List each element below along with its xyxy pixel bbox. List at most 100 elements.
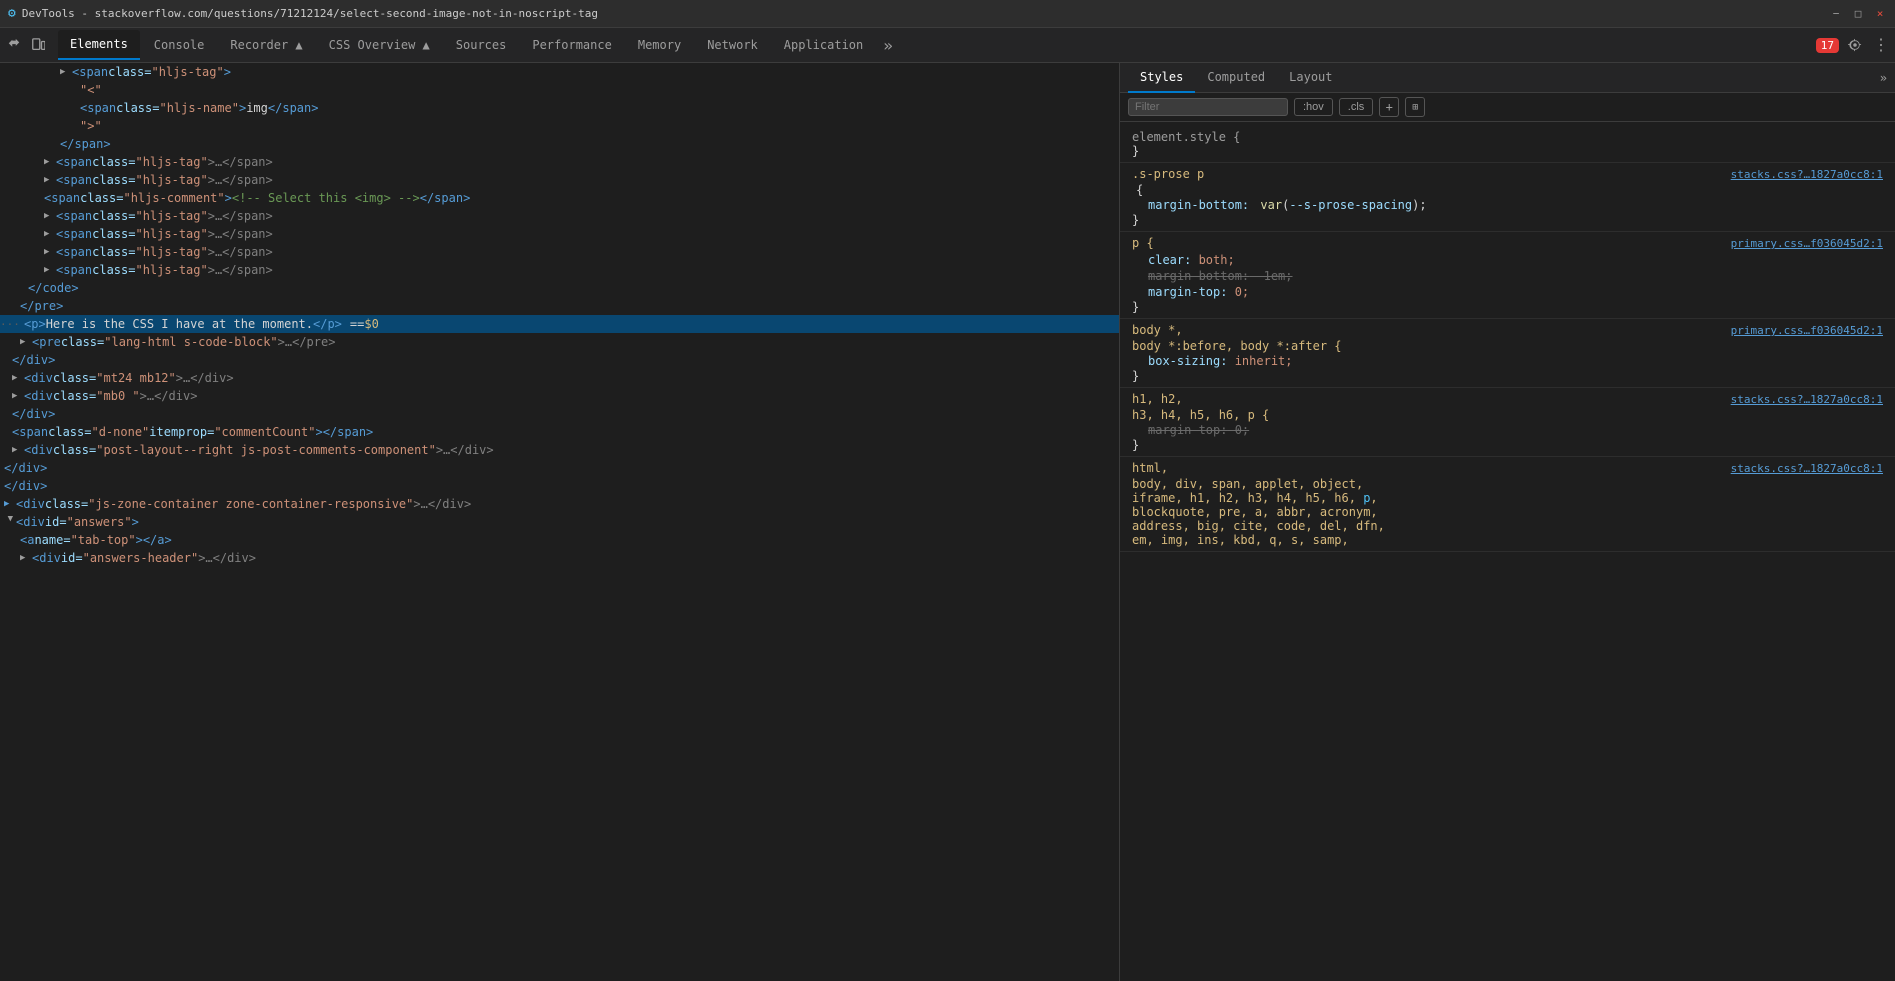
expand-triangle[interactable]: ▶: [44, 211, 56, 221]
dom-line[interactable]: </code>: [0, 279, 1119, 297]
expand-triangle[interactable]: ▶: [12, 373, 24, 383]
styles-panel: Styles Computed Layout » :hov .cls + ⊞ e…: [1120, 63, 1895, 981]
dom-line[interactable]: ▶ <span class= "hljs-tag" >: [0, 63, 1119, 81]
expand-triangle[interactable]: ▶: [44, 265, 56, 275]
error-badge[interactable]: 17: [1816, 38, 1839, 53]
tab-overflow-button[interactable]: »: [877, 36, 899, 55]
tab-styles[interactable]: Styles: [1128, 63, 1195, 93]
dom-line[interactable]: </div>: [0, 477, 1119, 495]
tab-layout[interactable]: Layout: [1277, 63, 1344, 93]
style-rule-body-star: body *, primary.css…f036045d2:1 body *:b…: [1120, 319, 1895, 388]
device-icon[interactable]: [28, 35, 48, 55]
main-tab-bar: Elements Console Recorder ▲ CSS Overview…: [0, 28, 1895, 63]
devtools-icon: ⚙: [8, 6, 16, 21]
tab-computed[interactable]: Computed: [1195, 63, 1277, 93]
dom-line[interactable]: ▶ <span class= "hljs-tag" >…</span>: [0, 171, 1119, 189]
dom-panel[interactable]: ▶ <span class= "hljs-tag" > "<" <span cl…: [0, 63, 1120, 981]
h1-source[interactable]: stacks.css?…1827a0cc8:1: [1731, 393, 1883, 406]
dom-line[interactable]: ▶ <div id= "answers-header" >…</div>: [0, 549, 1119, 567]
html-source[interactable]: stacks.css?…1827a0cc8:1: [1731, 462, 1883, 475]
html-selector-5: address, big, cite, code, del, dfn,: [1132, 519, 1883, 533]
s-prose-source[interactable]: stacks.css?…1827a0cc8:1: [1731, 168, 1883, 181]
tab-application[interactable]: Application: [772, 30, 875, 60]
body-star-selector-2: body *:before, body *:after {: [1132, 339, 1883, 353]
tab-elements[interactable]: Elements: [58, 30, 140, 60]
cls-button[interactable]: .cls: [1339, 98, 1374, 116]
maximize-button[interactable]: □: [1851, 7, 1865, 21]
dom-tree: ▶ <span class= "hljs-tag" > "<" <span cl…: [0, 63, 1119, 567]
tab-network[interactable]: Network: [695, 30, 770, 60]
expand-triangle[interactable]: ▶: [20, 337, 32, 347]
dom-line[interactable]: </span>: [0, 135, 1119, 153]
dom-line[interactable]: ▶ <div class= "post-layout--right js-pos…: [0, 441, 1119, 459]
tab-sources[interactable]: Sources: [444, 30, 519, 60]
style-property: margin-top: 0;: [1132, 284, 1883, 300]
dom-line[interactable]: </pre>: [0, 297, 1119, 315]
h1-selector-2: h3, h4, h5, h6, p {: [1132, 408, 1883, 422]
expand-triangle[interactable]: ▶: [44, 157, 56, 167]
p-source[interactable]: primary.css…f036045d2:1: [1731, 237, 1883, 250]
expand-triangle[interactable]: ▶: [20, 553, 32, 563]
tab-memory[interactable]: Memory: [626, 30, 693, 60]
dom-line[interactable]: ">": [0, 117, 1119, 135]
style-rule-html: html, stacks.css?…1827a0cc8:1 body, div,…: [1120, 457, 1895, 552]
filter-input[interactable]: [1128, 98, 1288, 116]
close-button[interactable]: ×: [1873, 7, 1887, 21]
dom-line[interactable]: ▶ <div class= "js-zone-container zone-co…: [0, 495, 1119, 513]
dom-line[interactable]: <span class= "hljs-comment" > <!-- Selec…: [0, 189, 1119, 207]
panel-tab-more[interactable]: »: [1880, 71, 1887, 85]
dom-line[interactable]: </div>: [0, 351, 1119, 369]
element-style-selector: element.style {: [1132, 130, 1240, 144]
more-options-icon[interactable]: ⋮: [1871, 35, 1891, 55]
right-toolbar: 17 ⋮: [1816, 35, 1891, 55]
tab-css-overview[interactable]: CSS Overview ▲: [317, 30, 442, 60]
dom-line[interactable]: <a name= "tab-top" ></a>: [0, 531, 1119, 549]
expand-triangle[interactable]: ▶: [60, 67, 72, 77]
dom-line[interactable]: ▶ <div class= "mt24 mb12" >…</div>: [0, 369, 1119, 387]
dom-line[interactable]: ▶ <div id= "answers" >: [0, 513, 1119, 531]
expand-triangle[interactable]: ▶: [12, 445, 24, 455]
open-brace: {: [1132, 183, 1883, 197]
dom-line[interactable]: ▶ <span class= "hljs-tag" >…</span>: [0, 243, 1119, 261]
minimize-button[interactable]: −: [1829, 7, 1843, 21]
dom-line-selected[interactable]: ··· <p> Here is the CSS I have at the mo…: [0, 315, 1119, 333]
title-bar: ⚙ DevTools - stackoverflow.com/questions…: [0, 0, 1895, 28]
main-container: ▶ <span class= "hljs-tag" > "<" <span cl…: [0, 63, 1895, 981]
settings-icon[interactable]: [1845, 35, 1865, 55]
dom-line[interactable]: ▶ <div class= "mb0 " >…</div>: [0, 387, 1119, 405]
expand-triangle[interactable]: ▶: [4, 499, 16, 509]
tab-performance[interactable]: Performance: [520, 30, 623, 60]
closing-brace: }: [1132, 213, 1883, 227]
inspect-icon[interactable]: [4, 35, 24, 55]
dom-line[interactable]: <span class= "hljs-name" > img </span>: [0, 99, 1119, 117]
dom-line[interactable]: ▶ <span class= "hljs-tag" >…</span>: [0, 207, 1119, 225]
expand-triangle[interactable]: ▶: [44, 175, 56, 185]
dom-line[interactable]: ▶ <span class= "hljs-tag" >…</span>: [0, 225, 1119, 243]
dom-line[interactable]: "<": [0, 81, 1119, 99]
dom-line[interactable]: ▶ <span class= "hljs-tag" >…</span>: [0, 261, 1119, 279]
toggle-sidebar-button[interactable]: ⊞: [1405, 97, 1425, 117]
dom-line[interactable]: ▶ <pre class= "lang-html s-code-block" >…: [0, 333, 1119, 351]
dom-line[interactable]: </div>: [0, 459, 1119, 477]
dom-line[interactable]: </div>: [0, 405, 1119, 423]
expand-triangle[interactable]: ▶: [12, 391, 24, 401]
style-rule-element: element.style { }: [1120, 126, 1895, 163]
body-star-selector: body *,: [1132, 323, 1183, 337]
dom-line[interactable]: ▶ <span class= "hljs-tag" >…</span>: [0, 153, 1119, 171]
expand-triangle[interactable]: ▶: [44, 247, 56, 257]
tab-recorder[interactable]: Recorder ▲: [218, 30, 314, 60]
body-star-source[interactable]: primary.css…f036045d2:1: [1731, 324, 1883, 337]
toolbar-icons: [4, 35, 48, 55]
style-property-strikethrough: margin-top: 0;: [1132, 422, 1883, 438]
dom-line[interactable]: <span class= "d-none" itemprop= "comment…: [0, 423, 1119, 441]
style-rule-s-prose: .s-prose p stacks.css?…1827a0cc8:1 { mar…: [1120, 163, 1895, 232]
p-selector: p {: [1132, 236, 1154, 250]
add-style-button[interactable]: +: [1379, 97, 1399, 117]
expand-triangle[interactable]: ▶: [5, 516, 15, 528]
html-selector-3: iframe, h1, h2, h3, h4, h5, h6, p,: [1132, 491, 1883, 505]
expand-triangle[interactable]: ▶: [44, 229, 56, 239]
s-prose-selector: .s-prose p: [1132, 167, 1204, 181]
style-property: margin-bottom: var ( --s-prose-spacing )…: [1132, 197, 1883, 213]
hover-button[interactable]: :hov: [1294, 98, 1333, 116]
tab-console[interactable]: Console: [142, 30, 217, 60]
